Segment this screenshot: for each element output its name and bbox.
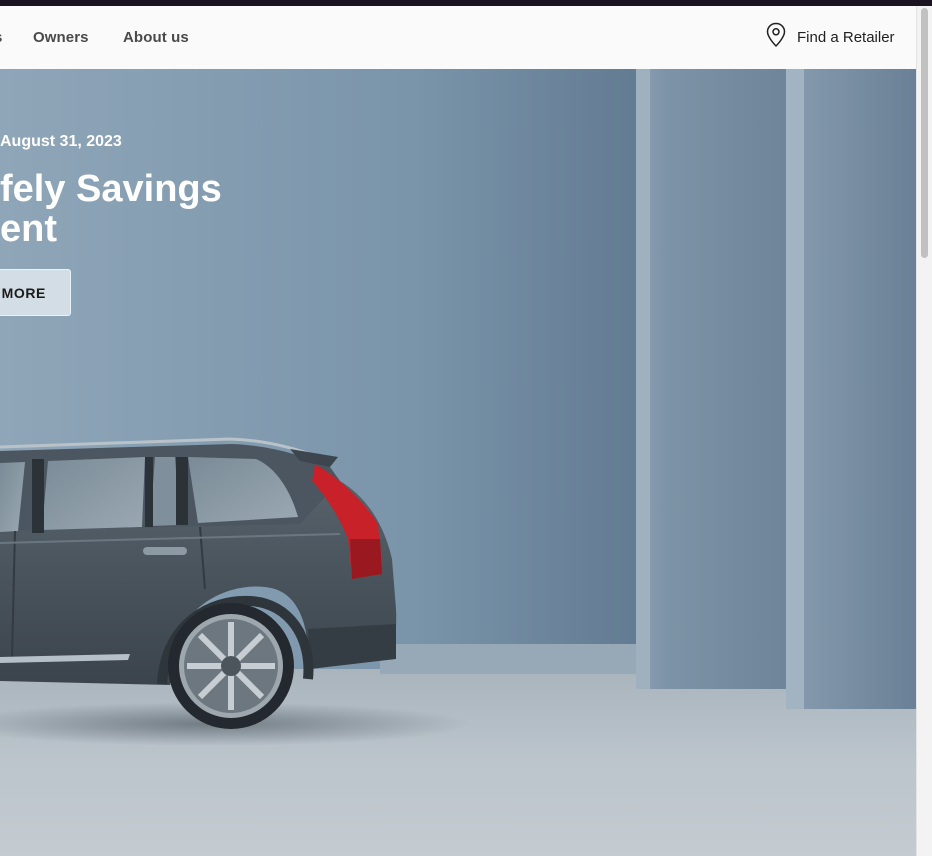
- top-navigation: s Owners About us Find a Retailer: [0, 6, 916, 70]
- hero-banner: August 31, 2023 fely Savings ent MORE: [0, 69, 916, 856]
- location-pin-icon: [765, 22, 787, 53]
- scrollbar-thumb[interactable]: [921, 8, 928, 258]
- hero-title-line-1: fely Savings: [0, 168, 222, 210]
- learn-more-button[interactable]: MORE: [0, 269, 71, 316]
- hero-title-line-2: ent: [0, 208, 57, 250]
- nav-item-truncated[interactable]: s: [0, 29, 2, 46]
- find-retailer-link[interactable]: Find a Retailer: [765, 22, 895, 53]
- page-viewport: s Owners About us Find a Retailer: [0, 6, 916, 856]
- nav-item-about-us[interactable]: About us: [123, 29, 189, 46]
- find-retailer-label: Find a Retailer: [797, 28, 895, 46]
- learn-more-label: MORE: [1, 284, 46, 301]
- vertical-scrollbar[interactable]: [916, 6, 932, 856]
- hero-date-text: August 31, 2023: [0, 133, 122, 150]
- nav-item-owners[interactable]: Owners: [33, 29, 89, 46]
- hero-title: fely Savings ent: [0, 169, 300, 249]
